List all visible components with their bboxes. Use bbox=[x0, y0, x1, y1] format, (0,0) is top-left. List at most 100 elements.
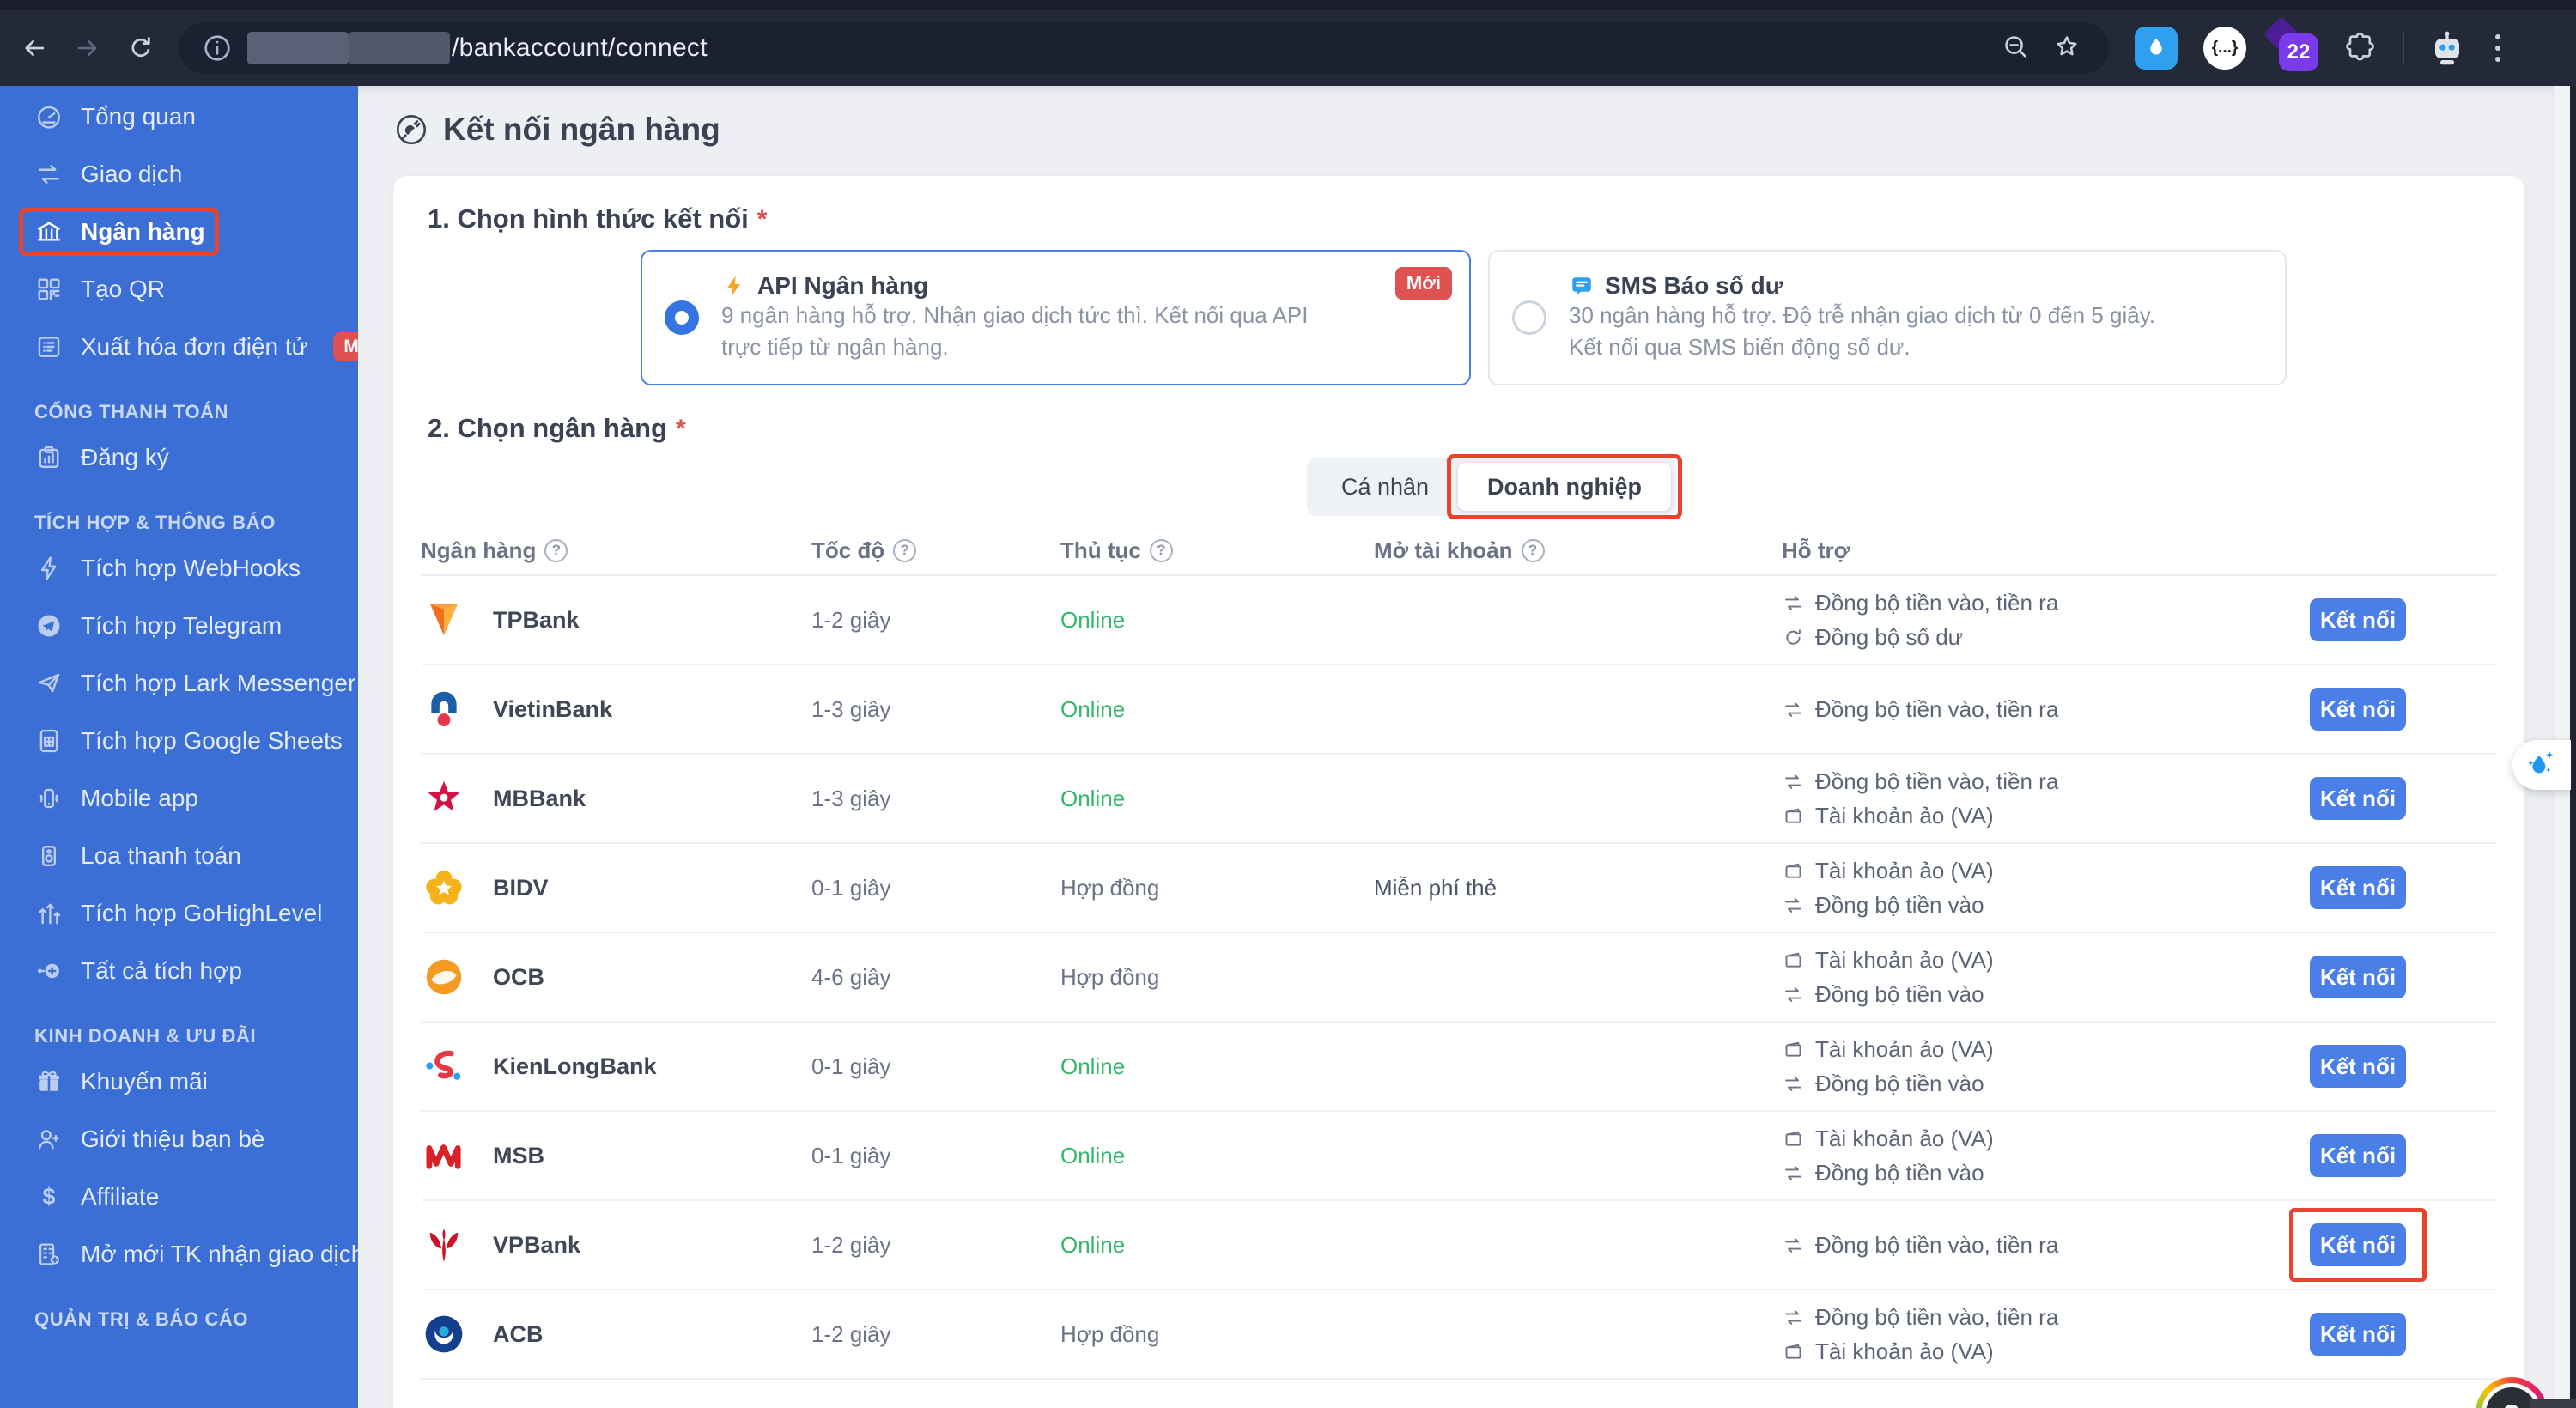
arrows-up-icon bbox=[34, 899, 64, 928]
connect-button[interactable]: Kết nối bbox=[2310, 1045, 2406, 1088]
connect-button[interactable]: Kết nối bbox=[2310, 1313, 2406, 1356]
sidebar-item-m-m-i-tk-nh-n-giao-d-ch[interactable]: Mở mới TK nhận giao dịch bbox=[0, 1225, 358, 1283]
bidv-logo bbox=[421, 865, 467, 911]
connect-button[interactable]: Kết nối bbox=[2310, 866, 2406, 909]
url-bar[interactable]: /bankaccount/connect bbox=[179, 22, 2109, 74]
sidebar-item-khuy-n-m-i[interactable]: Khuyến mãi bbox=[0, 1053, 358, 1110]
url-path: /bankaccount/connect bbox=[452, 33, 708, 62]
bank-speed: 1-2 giây bbox=[811, 1231, 891, 1258]
sidebar-section-header: TÍCH HỢP & THÔNG BÁO bbox=[34, 512, 276, 533]
bank-supports: Đồng bộ tiền vào, tiền ra Đồng bộ số dư bbox=[1782, 587, 2284, 652]
bank-procedure: Online bbox=[1060, 695, 1126, 722]
required-asterisk: * bbox=[756, 205, 768, 234]
bank-row-kienlongbank: KienLongBank 0-1 giây Online Tài khoản ả… bbox=[421, 1023, 2497, 1112]
sidebar-item-giao-d-ch[interactable]: Giao dịch bbox=[0, 145, 358, 203]
zoom-icon[interactable] bbox=[2001, 32, 2030, 65]
connection-option-api[interactable]: API Ngân hàng 9 ngân hàng hỗ trợ. Nhận g… bbox=[641, 250, 1471, 385]
connect-button[interactable]: Kết nối bbox=[2310, 598, 2406, 641]
tab-c-nh-n[interactable]: Cá nhân bbox=[1312, 463, 1458, 511]
extension-counter-icon[interactable]: 22 bbox=[2263, 15, 2318, 71]
extension-braces-icon[interactable]: {...} bbox=[2203, 27, 2246, 70]
radio-button[interactable] bbox=[1512, 300, 1546, 335]
menu-kebab-icon[interactable] bbox=[2490, 29, 2506, 67]
help-icon[interactable]: ? bbox=[1149, 538, 1173, 562]
main-content: Kết nối ngân hàng 1. Chọn hình thức kết … bbox=[358, 86, 2553, 1408]
bank-supports: Đồng bộ tiền vào, tiền ra Tài khoản ảo (V… bbox=[1782, 766, 2284, 831]
column-header: Ngân hàng? bbox=[421, 537, 811, 564]
support-item: Đồng bộ tiền vào bbox=[1782, 1068, 2284, 1099]
bank-speed: 1-2 giây bbox=[811, 1320, 891, 1347]
sidebar-item-t-ch-h-p-webhooks[interactable]: Tích hợp WebHooks bbox=[0, 539, 358, 597]
extensions-puzzle-icon[interactable] bbox=[2344, 30, 2377, 67]
sidebar-item-t-ch-h-p-gohighlevel[interactable]: Tích hợp GoHighLevel bbox=[0, 884, 358, 942]
connect-button[interactable]: Kết nối bbox=[2310, 1134, 2406, 1177]
site-info-icon[interactable] bbox=[201, 32, 234, 64]
column-header: Thủ tục? bbox=[1060, 537, 1374, 564]
sidebar-item-ng-n-h-ng[interactable]: Ngân hàng bbox=[0, 203, 358, 260]
extension-droplet-icon[interactable] bbox=[2135, 27, 2178, 70]
sidebar-item-t-ch-h-p-telegram[interactable]: Tích hợp Telegram bbox=[0, 597, 358, 654]
radio-button[interactable] bbox=[665, 300, 699, 335]
forward-icon[interactable] bbox=[69, 29, 106, 67]
sidebar-item-t-ch-h-p-lark-messenger[interactable]: Tích hợp Lark Messenger bbox=[0, 654, 358, 712]
sheet-icon bbox=[34, 726, 64, 756]
bank-procedure: Online bbox=[1060, 785, 1126, 811]
sms-icon bbox=[1569, 273, 1595, 299]
connect-button[interactable]: Kết nối bbox=[2310, 956, 2406, 998]
sidebar-item-gi-i-thi-u-b-n-b-[interactable]: Giới thiệu bạn bè bbox=[0, 1110, 358, 1168]
connection-option-sms[interactable]: SMS Báo số dư 30 ngân hàng hỗ trợ. Độ tr… bbox=[1488, 250, 2287, 385]
bank-procedure: Online bbox=[1060, 1053, 1126, 1079]
step2-heading: 2. Chọn ngân hàng * bbox=[428, 413, 686, 443]
sidebar-item-xu-t-h-a-n-i-n-t-[interactable]: Xuất hóa đơn điện tử Mới bbox=[0, 318, 358, 375]
sidebar-item-t-o-qr[interactable]: Tạo QR bbox=[0, 260, 358, 318]
connect-button[interactable]: Kết nối bbox=[2310, 777, 2406, 820]
sync-icon bbox=[1782, 983, 1805, 1006]
help-icon[interactable]: ? bbox=[1521, 538, 1545, 562]
sync-icon bbox=[1782, 592, 1805, 615]
vpbank-logo bbox=[421, 1222, 467, 1268]
acb-logo bbox=[421, 1311, 467, 1357]
bank-speed: 1-2 giây bbox=[811, 606, 891, 633]
required-asterisk: * bbox=[676, 415, 686, 443]
bank-row-vietinbank: VietinBank 1-3 giây Online Đồng bộ tiền … bbox=[421, 665, 2497, 755]
sync-icon bbox=[1782, 770, 1805, 793]
connect-button[interactable]: Kết nối bbox=[2289, 1208, 2427, 1282]
corner-popup-edge bbox=[2530, 1399, 2576, 1408]
connect-button[interactable]: Kết nối bbox=[2310, 688, 2406, 731]
sidebar-item--ng-k-[interactable]: Đăng ký bbox=[0, 428, 358, 486]
tab-doanh-nghi-p[interactable]: Doanh nghiệp bbox=[1447, 454, 1683, 519]
bank-supports: Đồng bộ tiền vào, tiền ra Tài khoản ảo (V… bbox=[1782, 1302, 2284, 1367]
droplet-assistant-button[interactable] bbox=[2512, 740, 2571, 790]
bank-row-mbbank: MBBank 1-3 giây Online Đồng bộ tiền vào,… bbox=[421, 755, 2497, 844]
sidebar-section-header: KINH DOANH & ƯU ĐÃI bbox=[34, 1025, 257, 1047]
building-plus-icon bbox=[34, 1240, 64, 1269]
sidebar-item-mobile-app[interactable]: Mobile app bbox=[0, 769, 358, 827]
sidebar-item-t-ch-h-p-google-sheets[interactable]: Tích hợp Google Sheets bbox=[0, 712, 358, 769]
reload-icon[interactable] bbox=[122, 29, 160, 67]
sidebar-item-affiliate[interactable]: $ Affiliate bbox=[0, 1168, 358, 1225]
support-item: Tài khoản ảo (VA) bbox=[1782, 800, 2284, 831]
help-icon[interactable]: ? bbox=[544, 538, 568, 562]
sidebar-item-t-ng-quan[interactable]: Tổng quan bbox=[0, 88, 358, 145]
bank-speed: 1-3 giây bbox=[811, 785, 891, 811]
bank-procedure: Hợp đồng bbox=[1060, 1320, 1160, 1347]
bookmark-star-icon[interactable] bbox=[2052, 32, 2081, 65]
gauge-icon bbox=[34, 102, 64, 131]
bank-name: VietinBank bbox=[493, 695, 613, 722]
bank-row-tpbank: TPBank 1-2 giây Online Đồng bộ tiền vào,… bbox=[421, 576, 2497, 665]
profile-avatar[interactable] bbox=[2427, 27, 2468, 69]
va-icon bbox=[1782, 949, 1805, 972]
sidebar-item-loa-thanh-to-n[interactable]: Loa thanh toán bbox=[0, 827, 358, 884]
support-item: Đồng bộ tiền vào, tiền ra bbox=[1782, 694, 2284, 725]
column-header: Mở tài khoản? bbox=[1374, 537, 1782, 564]
help-icon[interactable]: ? bbox=[893, 538, 917, 562]
bank-procedure: Hợp đồng bbox=[1060, 874, 1160, 901]
bank-account-open: Miễn phí thẻ bbox=[1374, 874, 1498, 901]
step1-heading: 1. Chọn hình thức kết nối * bbox=[428, 203, 768, 234]
back-icon[interactable] bbox=[15, 29, 53, 67]
extension-badge-count: 22 bbox=[2279, 33, 2318, 71]
support-item: Tài khoản ảo (VA) bbox=[1782, 855, 2284, 886]
va-icon bbox=[1782, 1127, 1805, 1150]
sidebar-item-t-t-c-t-ch-h-p[interactable]: Tất cả tích hợp bbox=[0, 942, 358, 999]
droplet-sparkles-icon bbox=[2528, 750, 2554, 774]
